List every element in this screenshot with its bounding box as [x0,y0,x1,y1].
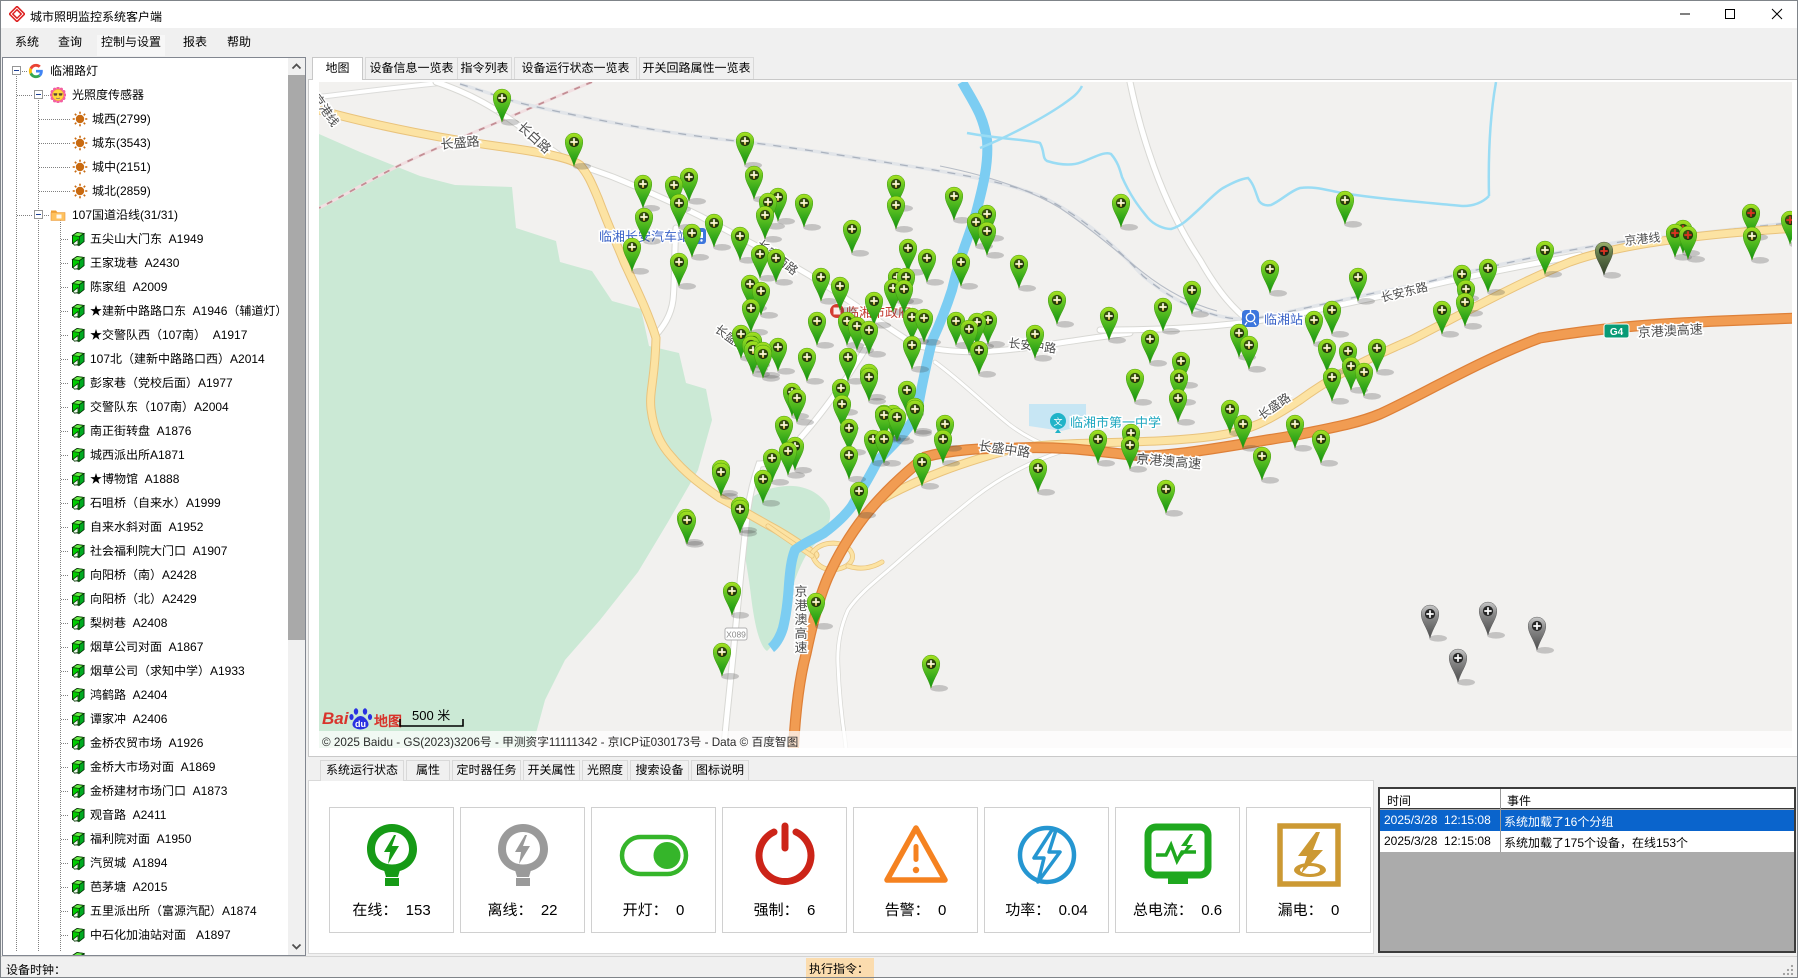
svg-text:临湘站: 临湘站 [1264,312,1303,327]
svg-text:速: 速 [794,640,807,655]
svg-text:京: 京 [794,584,807,599]
svg-text:du: du [355,719,366,729]
svg-text:文: 文 [1053,417,1062,427]
svg-text:临湘市第一中学: 临湘市第一中学 [1070,415,1161,430]
svg-text:高: 高 [794,626,807,641]
svg-text:X089: X089 [726,630,746,640]
svg-text:G4: G4 [1610,327,1624,338]
svg-text:港: 港 [794,598,807,613]
svg-text:澳: 澳 [794,612,807,627]
